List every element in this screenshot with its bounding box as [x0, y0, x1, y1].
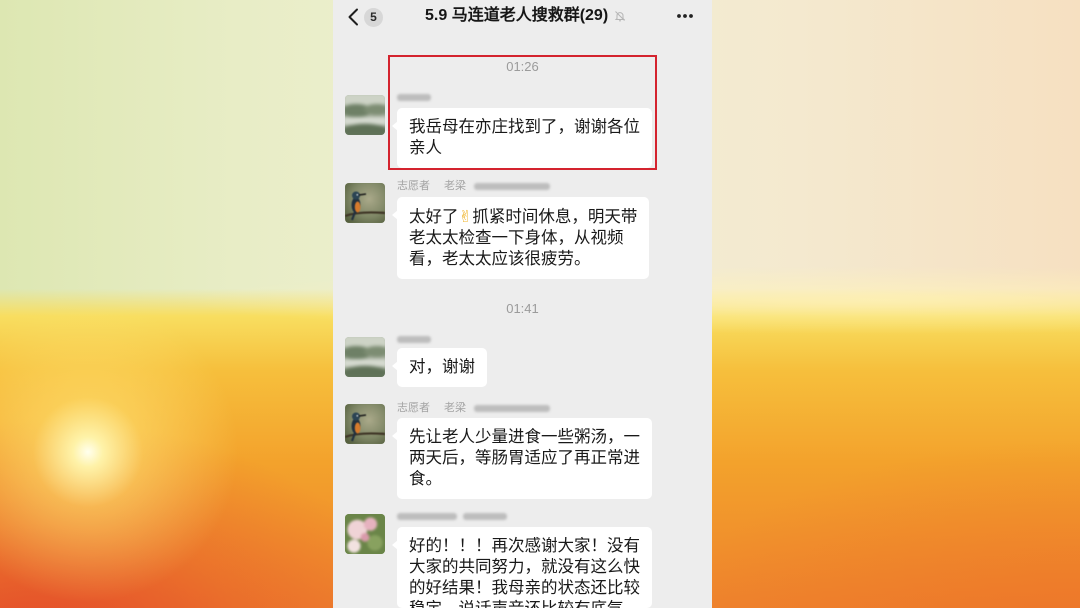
sender-name: 志愿者 老梁	[397, 179, 550, 193]
sender-avatar[interactable]	[345, 183, 385, 223]
blurred-phone-number	[474, 404, 550, 412]
message-text-line: 食。	[409, 470, 442, 488]
message-text-line: 看，老太太应该很疲劳。	[409, 250, 591, 268]
sender-name	[397, 509, 507, 523]
bell-mute-icon	[614, 10, 626, 22]
sender-role: 志愿者	[397, 180, 430, 192]
blurred-sender-name	[463, 512, 507, 520]
message-text-line: 先让老人少量进食一些粥汤，一	[409, 428, 640, 446]
sender-avatar[interactable]	[345, 337, 385, 377]
sender-role: 志愿者	[397, 402, 430, 414]
blurred-sender-name	[397, 512, 457, 520]
sender-name	[397, 332, 431, 346]
back-button[interactable]: 5	[347, 6, 383, 28]
message-bubble[interactable]: 对，谢谢	[392, 348, 487, 387]
message-text-line: 太好了✌抓紧时间休息，明天带	[409, 207, 638, 226]
chat-title: 5.9 马连道老人搜救群(29)	[425, 7, 609, 24]
bird-photo-avatar-icon	[345, 404, 385, 444]
message-text-line: 老太太检查一下身体，从视频	[409, 229, 624, 247]
message-text-line: 对，谢谢	[409, 358, 475, 376]
landscape-photo-avatar-icon	[345, 95, 385, 135]
unread-count-badge: 5	[364, 7, 383, 27]
bird-photo-avatar-icon	[345, 183, 385, 223]
message-text-line: 大家的共同努力，就没有这么快	[409, 558, 640, 576]
chat-header: 5 5.9 马连道老人搜救群(29)	[333, 0, 712, 34]
highlight-box	[388, 55, 657, 170]
chevron-left-icon	[347, 8, 359, 26]
sender-avatar[interactable]	[345, 514, 385, 554]
more-button[interactable]	[673, 7, 697, 25]
timestamp: 01:41	[506, 301, 539, 316]
message-text-line: 好的！！！再次感谢大家！没有	[409, 537, 640, 555]
blurred-sender-name	[397, 335, 431, 343]
flower-photo-avatar-icon	[345, 514, 385, 554]
chat-title-group: 5.9 马连道老人搜救群(29)	[425, 5, 626, 27]
message-bubble[interactable]: 先让老人少量进食一些粥汤，一 两天后，等肠胃适应了再正常进 食。	[392, 418, 652, 499]
sender-avatar[interactable]	[345, 404, 385, 444]
landscape-photo-avatar-icon	[345, 337, 385, 377]
sender-nickname: 老梁	[444, 402, 466, 414]
ellipsis-icon	[676, 13, 694, 19]
sender-nickname: 老梁	[444, 180, 466, 192]
message-text-line: 的好结果！我母亲的状态还比较	[409, 579, 640, 597]
chat-window: 5 5.9 马连道老人搜救群(29) 01:26 我岳母在亦庄找到了，谢谢各位 …	[333, 0, 712, 608]
sender-avatar[interactable]	[345, 95, 385, 135]
broadcast-frame: 5 5.9 马连道老人搜救群(29) 01:26 我岳母在亦庄找到了，谢谢各位 …	[0, 0, 1080, 608]
sender-name: 志愿者 老梁	[397, 401, 550, 415]
message-bubble[interactable]: 好的！！！再次感谢大家！没有 大家的共同努力，就没有这么快 的好结果！我母亲的状…	[392, 527, 652, 608]
blurred-phone-number	[474, 182, 550, 190]
message-text-line: 稳定，说话声音还比较有底气	[409, 599, 640, 608]
message-text-line: 两天后，等肠胃适应了再正常进	[409, 449, 640, 467]
message-bubble[interactable]: 太好了✌抓紧时间休息，明天带 老太太检查一下身体，从视频 看，老太太应该很疲劳。	[391, 197, 650, 279]
victory-hand-emoji: ✌	[458, 207, 473, 226]
